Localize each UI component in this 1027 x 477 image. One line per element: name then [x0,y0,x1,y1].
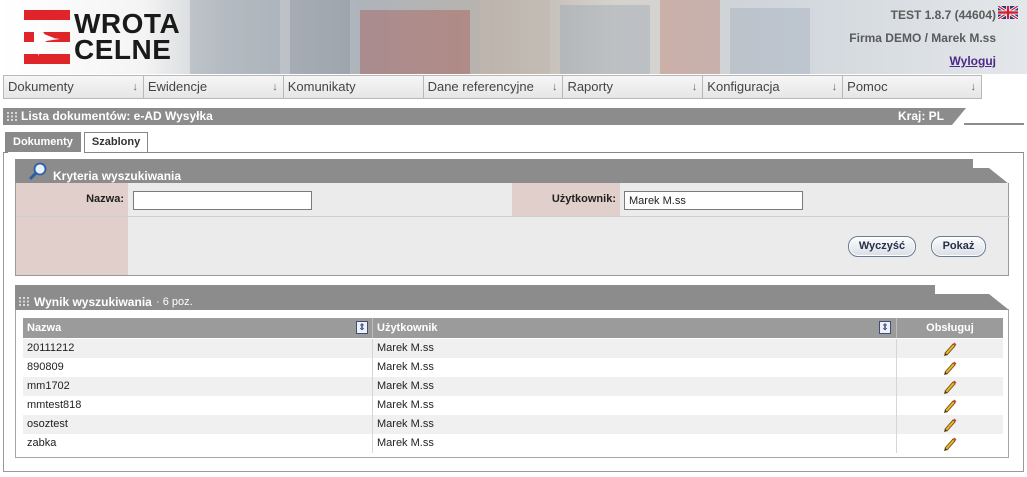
column-header-uzytkownik[interactable]: Użytkownik ⇕ [373,318,897,338]
menu-label: Dane referencyjne [427,79,534,94]
menu-label: Ewidencje [147,79,208,94]
magnifier-icon [28,162,47,181]
criteria-divider [16,216,1010,217]
version-label: TEST 1.8.7 (44604) [890,8,996,22]
tab-dokumenty[interactable]: Dokumenty [5,132,81,152]
menu-item-ewidencje[interactable]: Ewidencje ↓ [142,75,283,99]
table-row: osoztest Marek M.ss [23,415,1003,434]
grid-dots-icon [19,297,29,306]
pencil-edit-icon[interactable] [942,341,957,356]
cell-name: mm1702 [23,377,373,396]
arrow-down-icon: ↓ [691,81,698,93]
sort-icon[interactable]: ⇕ [356,321,368,334]
name-label: Nazwa: [16,183,128,216]
uk-flag-icon[interactable] [998,6,1018,19]
table-row: 890809 Marek M.ss [23,358,1003,377]
company-user-label: Firma DEMO / Marek M.ss [849,31,996,45]
arrow-down-icon: ↓ [831,81,838,93]
tab-baseline [84,152,1024,153]
name-input[interactable] [133,191,312,210]
column-label: Użytkownik [377,322,438,334]
logout-link[interactable]: Wyloguj [950,54,996,68]
criteria-title: Kryteria wyszukiwania [53,169,182,183]
results-header: Wynik wyszukiwania · 6 poz. [15,285,1009,310]
menu-label: Dokumenty [8,79,74,94]
cell-user: Marek M.ss [373,339,897,358]
clear-button[interactable]: Wyczyść [848,236,916,257]
sort-icon[interactable]: ⇕ [879,321,891,334]
app-header: WROTA CELNE TEST 1.8.7 (44604) Firma DEM… [0,0,1027,74]
cell-name: zabka [23,434,373,453]
cell-user: Marek M.ss [373,358,897,377]
pencil-edit-icon[interactable] [942,360,957,375]
menu-label: Konfiguracja [707,79,780,94]
menu-item-dane-referencyjne[interactable]: Dane referencyjne ↓ [422,75,563,99]
tab-szablony[interactable]: Szablony [83,132,149,153]
criteria-header: Kryteria wyszukiwania [15,159,1009,184]
pencil-edit-icon[interactable] [942,417,957,432]
pencil-edit-icon[interactable] [942,398,957,413]
pencil-edit-icon[interactable] [942,379,957,394]
column-header-obsluguj: Obsługuj [926,322,974,334]
menu-item-konfiguracja[interactable]: Konfiguracja ↓ [702,75,843,99]
results-count: · 6 poz. [156,296,193,308]
results-header-slant [989,294,1009,310]
page-title: Lista dokumentów: e-AD Wysyłka [21,109,213,123]
show-button[interactable]: Pokaż [931,236,986,257]
cell-user: Marek M.ss [373,434,897,453]
arrow-down-icon: ↓ [551,81,558,93]
cell-user: Marek M.ss [373,396,897,415]
table-row: 20111212 Marek M.ss [23,339,1003,358]
results-header-ridge [15,285,935,294]
grid-dots-icon [7,112,17,121]
menu-item-pomoc[interactable]: Pomoc ↓ [842,75,983,99]
arrow-down-icon: ↓ [132,81,138,93]
title-bar-underline [964,123,1024,125]
menu-label: Raporty [567,79,613,94]
panel-title-bar: Lista dokumentów: e-AD Wysyłka Kraj: PL [3,108,1024,125]
column-label: Nazwa [27,322,62,334]
table-row: mmtest818 Marek M.ss [23,396,1003,415]
menu-item-komunikaty[interactable]: Komunikaty [282,75,423,99]
logo-text-celne: CELNE [74,34,172,65]
table-row: mm1702 Marek M.ss [23,377,1003,396]
main-menu: Dokumenty ↓ Ewidencje ↓ Komunikaty Dane … [3,75,983,99]
cell-user: Marek M.ss [373,415,897,434]
pencil-edit-icon[interactable] [942,436,957,451]
cell-name: mmtest818 [23,396,373,415]
cell-user: Marek M.ss [373,377,897,396]
menu-label: Pomoc [847,79,888,94]
country-label: Kraj: PL [897,109,944,123]
cell-name: osoztest [23,415,373,434]
menu-label: Komunikaty [287,79,356,94]
table-row: zabka Marek M.ss [23,434,1003,453]
arrow-down-icon: ↓ [272,81,278,93]
tab-baseline [3,152,8,153]
results-title: Wynik wyszukiwania [34,295,152,309]
menu-item-raporty[interactable]: Raporty ↓ [562,75,703,99]
menu-item-dokumenty[interactable]: Dokumenty ↓ [3,75,143,99]
user-input[interactable] [624,191,803,210]
criteria-header-ridge [15,159,973,168]
column-header-nazwa[interactable]: Nazwa ⇕ [23,318,373,338]
tab-strip: Dokumenty Szablony [5,132,151,153]
criteria-header-slant [989,168,1009,184]
user-label: Użytkownik: [512,183,620,216]
cell-name: 890809 [23,358,373,377]
results-table-header: Nazwa ⇕ Użytkownik ⇕ Obsługuj [23,318,1003,338]
cell-name: 20111212 [23,339,373,358]
arrow-down-icon: ↓ [970,81,977,93]
